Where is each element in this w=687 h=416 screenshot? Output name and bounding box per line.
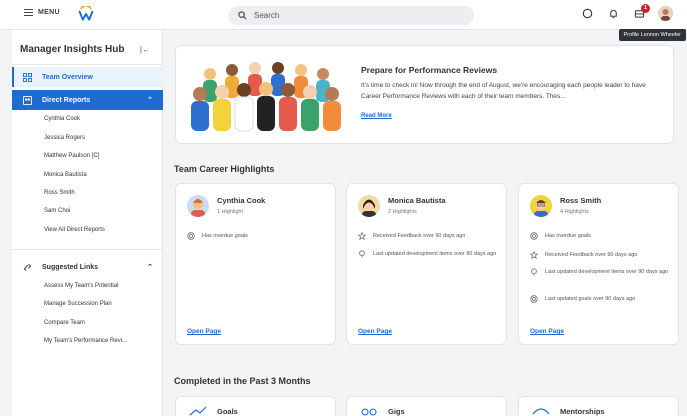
highlight-card: Monica Bautista 2 Highlights Received Fe… bbox=[346, 183, 507, 345]
hamburger-icon bbox=[24, 9, 33, 16]
highlight-text: Last updated development items over 90 d… bbox=[373, 251, 497, 257]
chat-button[interactable] bbox=[580, 7, 594, 21]
suggested-link[interactable]: My Team's Performance Revi... bbox=[44, 338, 127, 344]
highlight-text: Has overdue goals bbox=[545, 233, 591, 239]
target-icon bbox=[530, 232, 538, 240]
completed-card-mentorships[interactable]: Mentorships bbox=[518, 396, 679, 416]
goals-icon bbox=[189, 406, 207, 416]
mentorships-icon bbox=[532, 408, 550, 415]
inbox-button[interactable]: 1 bbox=[632, 3, 650, 21]
star-icon bbox=[358, 232, 366, 240]
open-page-link[interactable]: Open Page bbox=[530, 328, 564, 335]
highlight-text: Received Feedback over 90 days ago bbox=[373, 233, 466, 239]
sidebar: Manager Insights Hub |← Team Overview Di… bbox=[12, 30, 163, 416]
card-name[interactable]: Monica Bautista bbox=[388, 196, 446, 205]
highlight-text: Received Feedback over 90 days ago bbox=[545, 252, 638, 258]
team-illustration bbox=[180, 62, 350, 142]
sidebar-item-team-overview[interactable]: Team Overview bbox=[12, 67, 163, 87]
announcement-body: It's time to check in! Now through the e… bbox=[361, 82, 646, 100]
highlight-text: Last updated development items over 90 d… bbox=[545, 269, 669, 275]
card-name[interactable]: Ross Smith bbox=[560, 196, 601, 205]
open-page-link[interactable]: Open Page bbox=[187, 328, 221, 335]
profile-tooltip: Profile Lennon Wheeler bbox=[618, 29, 686, 41]
view-all-direct-reports-link[interactable]: View All Direct Reports bbox=[44, 227, 105, 233]
highlight-row: Last updated development items over 90 d… bbox=[530, 268, 672, 276]
avatar bbox=[530, 195, 552, 217]
highlight-count: 4 Highlights bbox=[560, 209, 589, 215]
suggested-link[interactable]: Assess My Team's Potential bbox=[44, 283, 118, 289]
chevron-up-icon[interactable]: ⌃ bbox=[147, 96, 153, 104]
completed-card-gigs[interactable]: Gigs bbox=[346, 396, 507, 416]
direct-report-link[interactable]: Matthew Paulson [C] bbox=[44, 153, 99, 159]
divider bbox=[12, 64, 163, 65]
sidebar-item-suggested-links[interactable]: Suggested Links ⌃ bbox=[12, 257, 163, 277]
lightbulb-icon bbox=[530, 268, 538, 276]
link-icon bbox=[23, 263, 32, 271]
chat-icon bbox=[582, 8, 592, 19]
highlight-text: Last updated goals over 90 days ago bbox=[545, 296, 636, 302]
menu-label: MENU bbox=[38, 9, 60, 16]
avatar bbox=[358, 195, 380, 217]
announcement-card: Prepare for Performance Reviews It's tim… bbox=[175, 45, 674, 144]
sidebar-item-label: Team Overview bbox=[42, 73, 93, 81]
lightbulb-icon bbox=[358, 250, 366, 258]
sidebar-item-direct-reports[interactable]: Direct Reports ⌃ bbox=[12, 90, 163, 110]
announcement-title: Prepare for Performance Reviews bbox=[361, 65, 498, 75]
highlight-card: Cynthia Cook 1 Highlight Has overdue goa… bbox=[175, 183, 336, 345]
direct-report-link[interactable]: Ross Smith bbox=[44, 190, 75, 196]
direct-report-link[interactable]: Cynthia Cook bbox=[44, 116, 80, 122]
notifications-button[interactable] bbox=[606, 7, 620, 21]
star-icon bbox=[530, 251, 538, 259]
workday-logo-icon[interactable] bbox=[78, 6, 94, 22]
top-bar: MENU Search 1 bbox=[0, 0, 687, 30]
highlight-row: Received Feedback over 90 days ago bbox=[358, 232, 500, 240]
read-more-link[interactable]: Read More bbox=[361, 113, 392, 119]
grid-icon bbox=[23, 72, 32, 82]
suggested-link[interactable]: Manage Succession Plan bbox=[44, 301, 112, 307]
gigs-icon bbox=[361, 408, 377, 416]
direct-report-link[interactable]: Jessica Rogers bbox=[44, 135, 85, 141]
menu-button[interactable]: MENU bbox=[24, 9, 60, 16]
target-icon bbox=[530, 295, 538, 303]
divider bbox=[12, 249, 163, 250]
highlight-row: Last updated goals over 90 days ago bbox=[530, 295, 672, 303]
people-icon bbox=[23, 95, 32, 105]
profile-avatar[interactable] bbox=[658, 6, 673, 21]
target-icon bbox=[187, 232, 195, 240]
completed-card-label: Mentorships bbox=[560, 407, 605, 416]
collapse-sidebar-icon[interactable]: |← bbox=[140, 45, 150, 54]
chevron-up-icon[interactable]: ⌃ bbox=[147, 263, 153, 271]
highlight-count: 2 Highlights bbox=[388, 209, 417, 215]
highlight-card: Ross Smith 4 Highlights Has overdue goal… bbox=[518, 183, 679, 345]
sidebar-item-label: Suggested Links bbox=[42, 263, 99, 271]
sidebar-title: Manager Insights Hub bbox=[20, 44, 125, 55]
team-career-highlights-title: Team Career Highlights bbox=[174, 164, 275, 174]
direct-report-link[interactable]: Monica Bautista bbox=[44, 172, 87, 178]
completed-section-title: Completed in the Past 3 Months bbox=[174, 376, 311, 386]
completed-card-label: Goals bbox=[217, 407, 238, 416]
completed-card-goals[interactable]: Goals bbox=[175, 396, 336, 416]
highlight-count: 1 Highlight bbox=[217, 209, 243, 215]
open-page-link[interactable]: Open Page bbox=[358, 328, 392, 335]
search-placeholder: Search bbox=[254, 11, 280, 20]
suggested-link[interactable]: Compare Team bbox=[44, 320, 85, 326]
highlight-row: Has overdue goals bbox=[187, 232, 329, 240]
direct-report-link[interactable]: Sam Choi bbox=[44, 208, 70, 214]
highlight-row: Has overdue goals bbox=[530, 232, 672, 240]
card-name[interactable]: Cynthia Cook bbox=[217, 196, 265, 205]
highlight-text: Has overdue goals bbox=[202, 233, 248, 239]
bell-icon bbox=[609, 9, 617, 19]
search-input[interactable]: Search bbox=[228, 6, 474, 25]
highlight-row: Last updated development items over 90 d… bbox=[358, 250, 500, 258]
sidebar-item-label: Direct Reports bbox=[42, 96, 91, 104]
notification-badge: 1 bbox=[641, 3, 650, 13]
search-icon bbox=[238, 11, 247, 20]
highlight-row: Received Feedback over 90 days ago bbox=[530, 251, 672, 259]
avatar bbox=[187, 195, 209, 217]
completed-card-label: Gigs bbox=[388, 407, 405, 416]
